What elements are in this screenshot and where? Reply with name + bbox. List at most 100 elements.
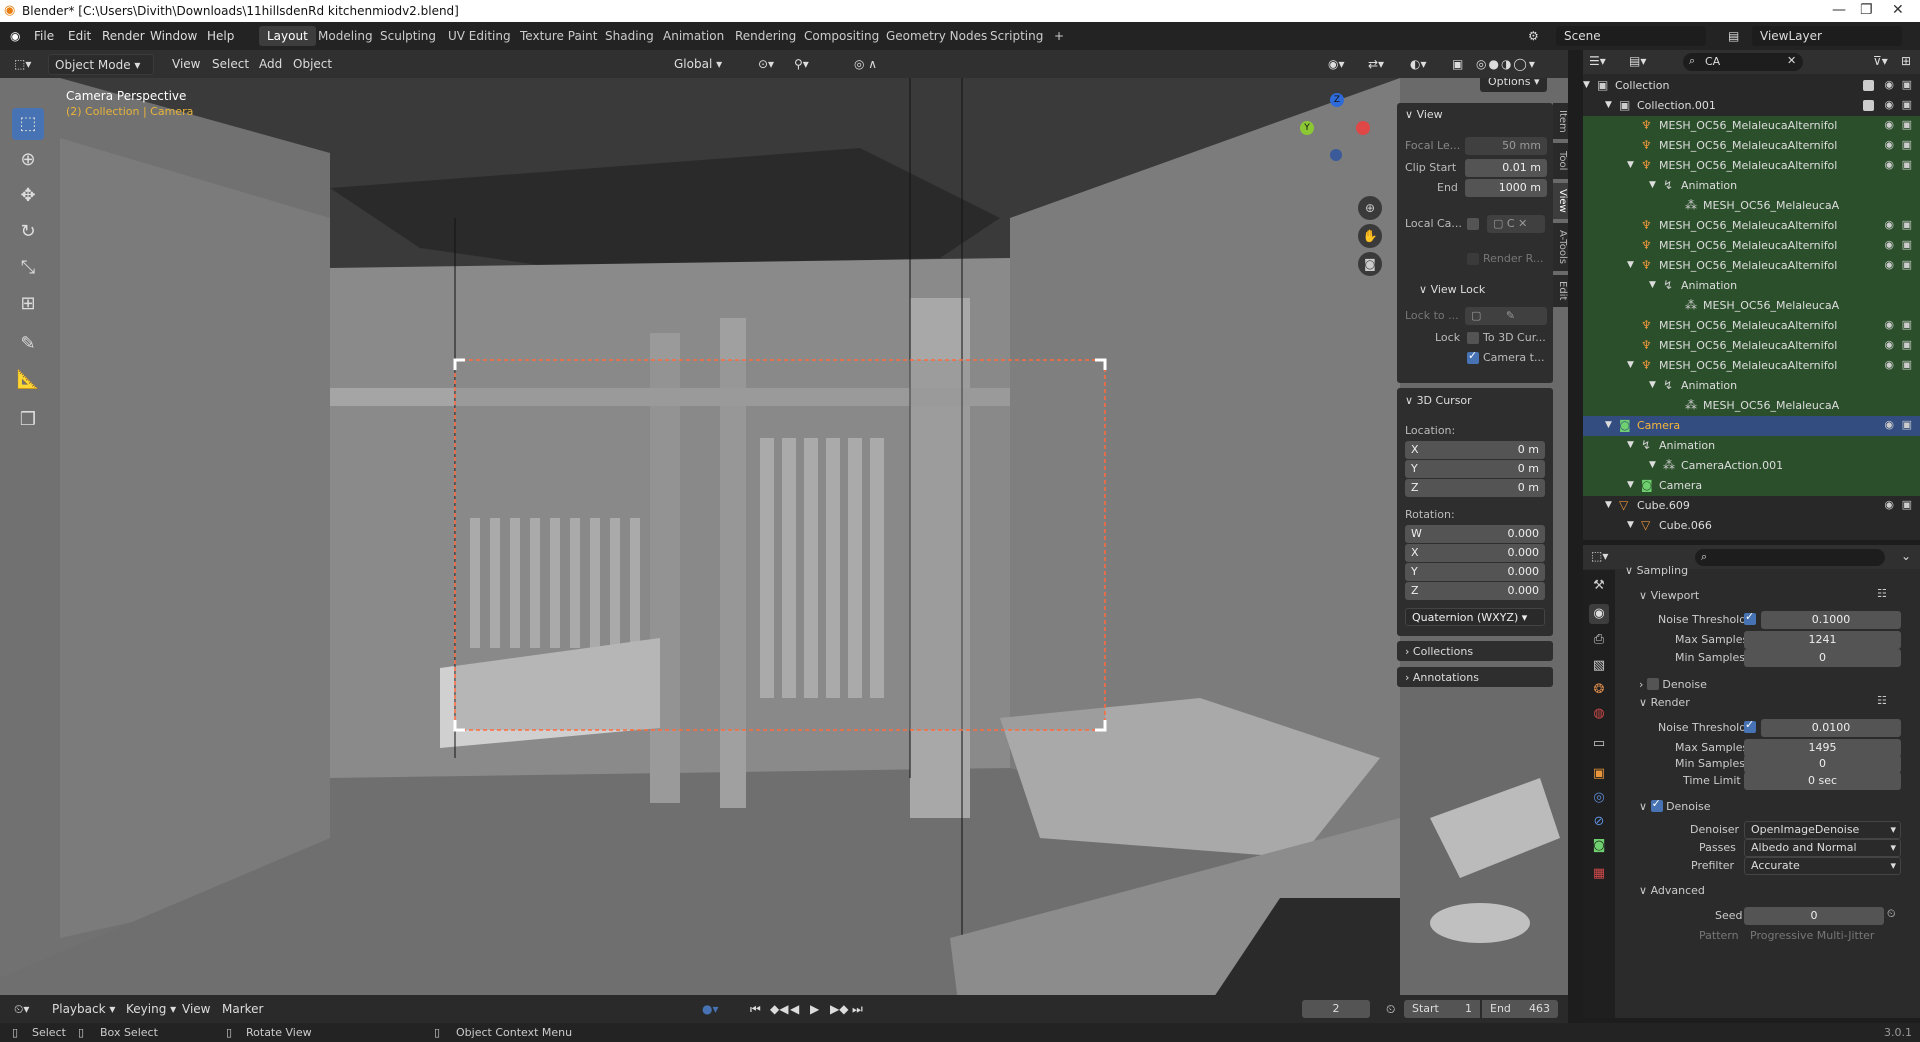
render-camera-icon[interactable]: ▣ xyxy=(1902,98,1912,111)
visibility-eye-icon[interactable]: ◉ xyxy=(1884,238,1894,251)
maximize-icon[interactable]: ❐ xyxy=(1860,2,1873,18)
tab-scripting[interactable]: Scripting xyxy=(982,26,1051,46)
constraints-tab-icon[interactable]: ⊘ xyxy=(1589,812,1609,832)
render-region-checkbox[interactable] xyxy=(1467,253,1479,265)
outliner-row[interactable]: ▼ ◙ Camera ◉ ▣ xyxy=(1583,416,1920,436)
editor-type-icon[interactable]: ⬚▾ xyxy=(8,54,37,75)
advanced-subpanel[interactable]: ∨ Advanced xyxy=(1639,884,1705,897)
outliner-row[interactable]: ⁂ MESH_OC56_MelaleucaA xyxy=(1583,296,1920,316)
render-subpanel[interactable]: ∨ Render xyxy=(1639,696,1690,709)
view-panel-header[interactable]: ∨ View xyxy=(1405,108,1443,121)
texture-tab-icon[interactable]: ▦ xyxy=(1589,864,1609,884)
visibility-icon[interactable]: ◉▾ xyxy=(1322,54,1351,75)
3d-viewport[interactable]: Camera Perspective (2) Collection | Came… xyxy=(0,78,1568,1018)
visibility-eye-icon[interactable]: ◉ xyxy=(1884,338,1894,351)
xray-icon[interactable]: ▣ xyxy=(1446,54,1469,75)
render-tab-icon[interactable]: ◉ xyxy=(1589,604,1609,624)
visibility-eye-icon[interactable]: ◉ xyxy=(1884,118,1894,131)
3d-cursor-header[interactable]: ∨ 3D Cursor xyxy=(1405,394,1472,407)
menu-view[interactable]: View xyxy=(176,999,216,1020)
transform-tool-icon[interactable]: ⊞ xyxy=(8,288,48,320)
cursor-z-field[interactable]: Z0 m xyxy=(1405,479,1545,497)
blender-menu-icon[interactable]: ◉ xyxy=(10,29,20,43)
shading-modes-icon[interactable]: ◎●◑◯▾ xyxy=(1470,54,1543,75)
record-icon[interactable]: ●▾ xyxy=(696,999,725,1020)
properties-search[interactable]: ⌕ xyxy=(1695,549,1885,566)
visibility-eye-icon[interactable]: ◉ xyxy=(1884,218,1894,231)
view-lock-header[interactable]: ∨ View Lock xyxy=(1419,283,1485,296)
jump-end-icon[interactable]: ⏭ xyxy=(846,999,869,1020)
outliner-row[interactable]: ▼ ▽ Cube.609 ◉ ▣ xyxy=(1583,496,1920,516)
collections-panel[interactable]: › Collections xyxy=(1397,641,1553,661)
scene-tab-icon[interactable]: ❂ xyxy=(1589,680,1609,700)
close-icon[interactable]: ✕ xyxy=(1892,2,1904,18)
rot-z-field[interactable]: Z 0.000 xyxy=(1405,582,1545,600)
output-tab-icon[interactable]: ⎙ xyxy=(1589,630,1609,650)
visibility-eye-icon[interactable]: ◉ xyxy=(1884,78,1894,91)
tab-rendering[interactable]: Rendering xyxy=(727,26,804,46)
collection-tab-icon[interactable]: ▭ xyxy=(1589,734,1609,754)
gizmo-x-axis[interactable] xyxy=(1356,121,1370,135)
outliner-row[interactable]: ▼ ⁂ CameraAction.001 xyxy=(1583,456,1920,476)
outliner-row[interactable]: ▼ ↯ Animation xyxy=(1583,176,1920,196)
current-frame-field[interactable]: 2 xyxy=(1302,1000,1370,1018)
tool-tab-icon[interactable]: ⚒ xyxy=(1589,576,1609,596)
outliner-row[interactable]: ♆ MESH_OC56_MelaleucaAlternifol ◉ ▣ xyxy=(1583,236,1920,256)
expand-arrow-icon[interactable]: ▼ xyxy=(1649,460,1656,470)
measure-tool-icon[interactable]: 📐 xyxy=(8,364,48,396)
menu-window[interactable]: Window xyxy=(150,29,197,43)
tab-modeling[interactable]: Modeling xyxy=(310,26,381,46)
expand-arrow-icon[interactable]: ▼ xyxy=(1583,80,1590,90)
move-tool-icon[interactable]: ✥ xyxy=(8,180,48,212)
lock-cursor-checkbox[interactable] xyxy=(1467,332,1479,344)
r-noise-threshold-field[interactable]: 0.0100 xyxy=(1761,719,1901,737)
expand-arrow-icon[interactable]: ▼ xyxy=(1649,180,1656,190)
outliner-row[interactable]: ▼ ▣ Collection.001 ◉ ▣ xyxy=(1583,96,1920,116)
render-camera-icon[interactable]: ▣ xyxy=(1902,118,1912,131)
zoom-icon[interactable]: ⊕ xyxy=(1358,196,1382,220)
add-workspace-button[interactable]: + xyxy=(1046,26,1072,46)
menu-playback[interactable]: Playback ▾ xyxy=(46,999,121,1020)
expand-arrow-icon[interactable]: ▼ xyxy=(1627,260,1634,270)
visibility-eye-icon[interactable]: ◉ xyxy=(1884,158,1894,171)
expand-arrow-icon[interactable]: ▼ xyxy=(1605,500,1612,510)
tab-a-tools[interactable]: A-Tools xyxy=(1553,223,1568,271)
list-icon[interactable]: ☷ xyxy=(1877,694,1887,707)
new-collection-icon[interactable]: ⊞ xyxy=(1901,54,1911,68)
menu-help[interactable]: Help xyxy=(207,29,234,43)
vp-noise-threshold-checkbox[interactable] xyxy=(1744,610,1756,625)
tab-view[interactable]: View xyxy=(1553,183,1568,219)
menu-edit[interactable]: Edit xyxy=(68,29,91,43)
pivot-icon[interactable]: ⊙▾ xyxy=(752,54,780,75)
outliner-row[interactable]: ♆ MESH_OC56_MelaleucaAlternifol ◉ ▣ xyxy=(1583,216,1920,236)
play-reverse-icon[interactable]: ◀ xyxy=(784,999,805,1020)
render-camera-icon[interactable]: ▣ xyxy=(1902,138,1912,151)
rot-w-field[interactable]: W 0.000 xyxy=(1405,525,1545,543)
time-limit-field[interactable]: 0 sec xyxy=(1744,772,1901,790)
display-mode-icon[interactable]: ▤▾ xyxy=(1629,54,1646,68)
passes-dropdown[interactable]: Albedo and Normal ▾ xyxy=(1744,839,1901,857)
outliner-row[interactable]: ⁂ MESH_OC56_MelaleucaA xyxy=(1583,396,1920,416)
denoiser-dropdown[interactable]: OpenImageDenoise ▾ xyxy=(1744,821,1901,839)
play-icon[interactable]: ▶ xyxy=(804,999,825,1020)
gizmo-y-axis[interactable]: Y xyxy=(1300,121,1314,135)
local-camera-checkbox[interactable] xyxy=(1467,218,1479,230)
options-dropdown[interactable]: Options ▾ xyxy=(1480,78,1548,92)
lock-camera-checkbox[interactable] xyxy=(1467,349,1479,364)
outliner-row[interactable]: ♆ MESH_OC56_MelaleucaAlternifol ◉ ▣ xyxy=(1583,136,1920,156)
outliner-row[interactable]: ▼ ♆ MESH_OC56_MelaleucaAlternifol ◉ ▣ xyxy=(1583,356,1920,376)
outliner-row[interactable]: ▼ ▽ Cube.066 xyxy=(1583,516,1920,536)
clip-end-field[interactable]: 1000 m xyxy=(1465,179,1547,197)
outliner-row[interactable]: ♆ MESH_OC56_MelaleucaAlternifol ◉ ▣ xyxy=(1583,336,1920,356)
tab-texture-paint[interactable]: Texture Paint xyxy=(512,26,605,46)
render-camera-icon[interactable]: ▣ xyxy=(1902,158,1912,171)
pan-hand-icon[interactable]: ✋ xyxy=(1358,224,1382,248)
visibility-eye-icon[interactable]: ◉ xyxy=(1884,358,1894,371)
vp-min-samples-field[interactable]: 0 xyxy=(1744,649,1901,667)
vp-max-samples-field[interactable]: 1241 xyxy=(1744,631,1901,649)
outliner-row[interactable]: ▼ ↯ Animation xyxy=(1583,436,1920,456)
world-tab-icon[interactable]: ◍ xyxy=(1589,704,1609,724)
scene-selector[interactable]: Scene xyxy=(1556,26,1706,46)
annotate-tool-icon[interactable]: ✎ xyxy=(8,328,48,360)
menu-object[interactable]: Object xyxy=(287,54,338,75)
